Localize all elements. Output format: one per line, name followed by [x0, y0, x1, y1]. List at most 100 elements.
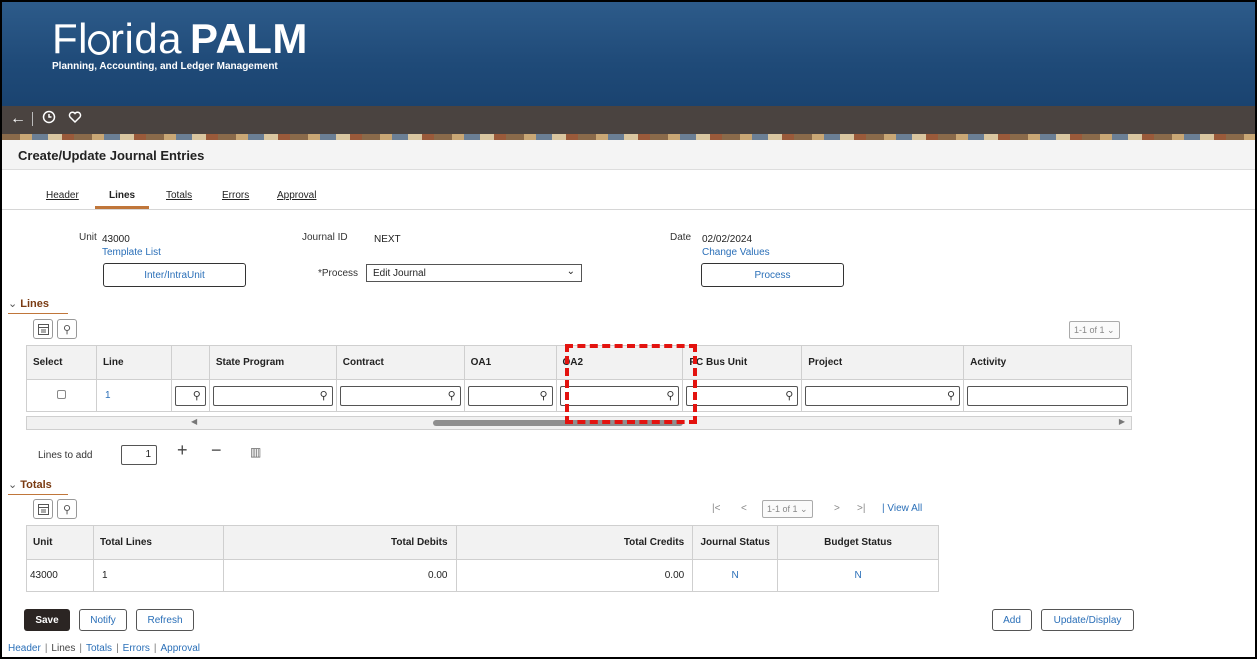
totals-section-title: Totals [20, 479, 52, 491]
last-page-icon[interactable]: >| [857, 503, 865, 514]
first-page-icon[interactable]: |< [712, 503, 720, 514]
tab-totals[interactable]: Totals [166, 190, 192, 201]
notify-button[interactable]: Notify [79, 609, 127, 631]
previous-page-icon[interactable]: < [741, 503, 747, 514]
unit-label: Unit [79, 232, 97, 243]
col-oa1: OA1 [463, 345, 557, 380]
change-values-link[interactable]: Change Values [702, 247, 770, 258]
next-page-icon[interactable]: > [834, 503, 840, 514]
back-arrow-icon[interactable]: ← [10, 110, 26, 128]
col-line: Line [95, 345, 172, 380]
view-all-link[interactable]: | View All [882, 503, 922, 514]
lines-section-rule [8, 313, 68, 314]
clock-icon[interactable] [42, 110, 56, 129]
florida-palm-logo: Fl rida PALM Planning, Accounting, and Led… [52, 15, 308, 73]
heart-icon[interactable] [68, 110, 82, 129]
footer-link-header[interactable]: Header [8, 643, 41, 654]
active-tab-indicator [95, 206, 149, 209]
journal-status-link[interactable]: N [692, 559, 779, 592]
inter-intraunit-button[interactable]: Inter/IntraUnit [103, 263, 246, 287]
totals-total-credits: 0.00 [455, 559, 694, 592]
search-icon[interactable]: ⚲ [193, 389, 201, 402]
col-total-credits: Total Credits [455, 525, 694, 560]
footer-separator: | [153, 643, 157, 654]
personalize-grid-icon[interactable] [33, 499, 53, 519]
scroll-right-icon[interactable]: ▶ [1119, 417, 1125, 426]
tab-bar: Header Lines Totals Errors Approval [2, 182, 1255, 210]
process-select[interactable]: Edit Journal ⌄ [366, 264, 582, 282]
totals-unit: 43000 [26, 559, 94, 592]
search-icon[interactable]: ⚲ [785, 389, 793, 402]
search-icon[interactable]: ⚲ [57, 499, 77, 519]
tab-errors[interactable]: Errors [222, 190, 249, 201]
update-display-button[interactable]: Update/Display [1041, 609, 1134, 631]
page-title: Create/Update Journal Entries [18, 148, 205, 163]
florida-state-icon [88, 31, 110, 55]
template-list-link[interactable]: Template List [102, 247, 161, 258]
search-icon[interactable]: ⚲ [947, 389, 955, 402]
refresh-button[interactable]: Refresh [136, 609, 194, 631]
calendar-icon[interactable]: ▥ [250, 443, 261, 461]
save-button[interactable]: Save [24, 609, 70, 631]
tab-lines[interactable]: Lines [109, 190, 135, 201]
tab-header[interactable]: Header [46, 190, 79, 201]
col-unit: Unit [26, 525, 94, 560]
search-icon[interactable]: ⚲ [57, 319, 77, 339]
totals-pager-select[interactable]: 1-1 of 1 ⌄ [762, 500, 813, 518]
unit-value: 43000 [102, 234, 130, 245]
scroll-left-icon[interactable]: ◀ [191, 417, 197, 426]
col-journal-status: Journal Status [692, 525, 779, 560]
footer-links: Header | Lines | Totals | Errors | Approval [8, 643, 200, 654]
col-total-lines: Total Lines [92, 525, 224, 560]
pc-bus-unit-input[interactable]: ⚲ [686, 385, 799, 406]
state-program-cell: ⚲ [208, 379, 337, 412]
process-label: *Process [318, 268, 359, 279]
chevron-down-icon: ⌄ [8, 479, 18, 491]
add-row-icon[interactable]: + [177, 441, 188, 459]
add-button[interactable]: Add [992, 609, 1032, 631]
contract-cell: ⚲ [335, 379, 465, 412]
footer-separator: | [79, 643, 82, 654]
lines-section-title: Lines [20, 298, 49, 310]
lines-section-header[interactable]: ⌄ Lines [8, 297, 49, 310]
totals-section-rule [8, 494, 68, 495]
totals-pager-value: 1-1 of 1 [767, 504, 798, 514]
select-cell [26, 379, 97, 412]
delete-row-icon[interactable]: − [211, 441, 222, 459]
search-icon[interactable]: ⚲ [320, 389, 328, 402]
contract-input[interactable]: ⚲ [339, 385, 461, 406]
activity-cell [963, 379, 1132, 412]
title-bar: Create/Update Journal Entries [2, 140, 1255, 170]
chartfield-input[interactable]: ⚲ [174, 385, 206, 406]
lines-to-add-input[interactable]: 1 [121, 445, 157, 465]
select-checkbox[interactable] [56, 389, 66, 399]
footer-link-lines[interactable]: Lines [51, 643, 75, 654]
totals-section-header[interactable]: ⌄ Totals [8, 478, 52, 491]
journal-id-value: NEXT [374, 234, 401, 245]
footer-link-errors[interactable]: Errors [123, 643, 150, 654]
lines-pager-select[interactable]: 1-1 of 1 ⌄ [1069, 321, 1120, 339]
tab-approval[interactable]: Approval [277, 190, 316, 201]
oa1-input[interactable]: ⚲ [467, 385, 553, 406]
col-select: Select [26, 345, 97, 380]
budget-status-link[interactable]: N [777, 559, 939, 592]
personalize-grid-icon[interactable] [33, 319, 53, 339]
blank-cell: ⚲ [170, 379, 210, 412]
totals-grid: Unit Total Lines Total Debits Total Cred… [26, 525, 939, 592]
logo-text-mid: rida [110, 15, 183, 62]
process-button[interactable]: Process [701, 263, 844, 287]
search-icon[interactable]: ⚲ [448, 389, 456, 402]
pc-bus-unit-cell: ⚲ [682, 379, 803, 412]
totals-total-debits: 0.00 [222, 559, 457, 592]
lines-to-add-label: Lines to add [38, 450, 93, 461]
state-program-input[interactable]: ⚲ [212, 385, 333, 406]
project-input[interactable]: ⚲ [805, 385, 961, 406]
search-icon[interactable]: ⚲ [539, 389, 547, 402]
line-number: 1 [95, 379, 172, 412]
footer-link-totals[interactable]: Totals [86, 643, 112, 654]
project-cell: ⚲ [801, 379, 965, 412]
footer-link-approval[interactable]: Approval [161, 643, 200, 654]
logo-text-bold: PALM [190, 15, 308, 62]
activity-input[interactable] [967, 385, 1128, 406]
oa1-cell: ⚲ [463, 379, 557, 412]
